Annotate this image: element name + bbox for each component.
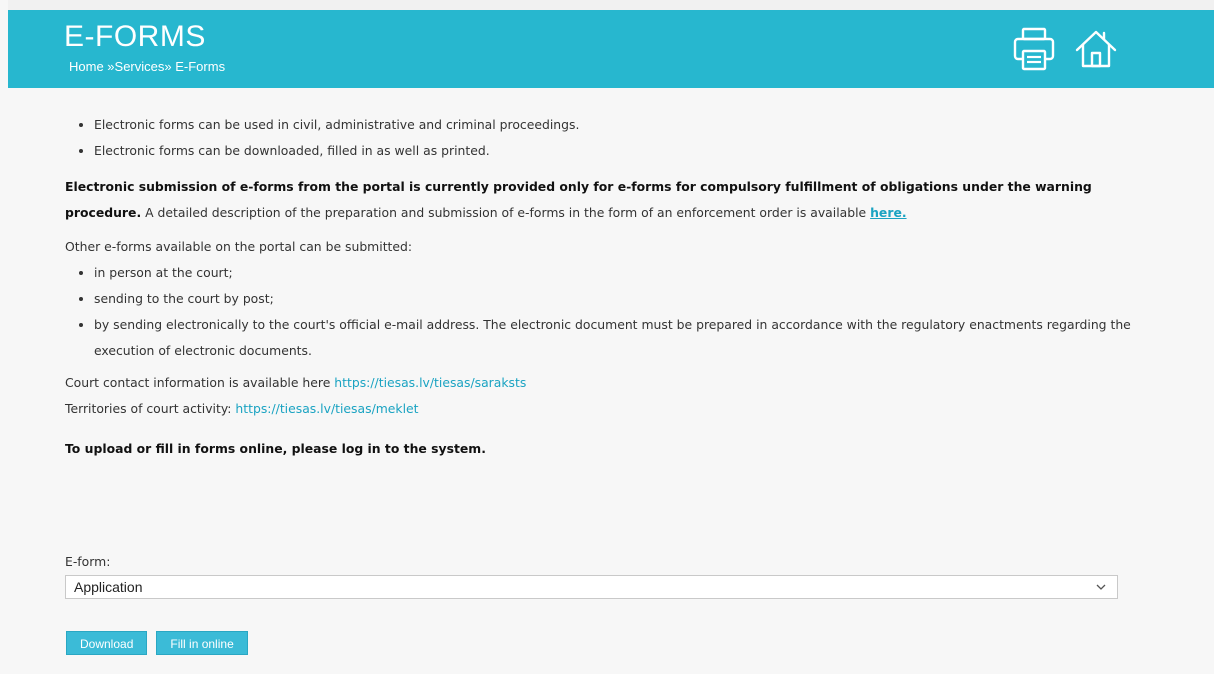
territories-label: Territories of court activity:	[65, 401, 236, 416]
printer-icon[interactable]	[1012, 26, 1056, 72]
contact-link[interactable]: https://tiesas.lv/tiesas/saraksts	[334, 375, 526, 390]
contact-label: Court contact information is available h…	[65, 375, 335, 390]
breadcrumb-home[interactable]: Home	[69, 59, 104, 74]
login-notice: To upload or fill in forms online, pleas…	[65, 441, 486, 456]
territories-link[interactable]: https://tiesas.lv/tiesas/meklet	[235, 401, 418, 416]
breadcrumb-services[interactable]: Services	[115, 59, 165, 74]
contact-line: Court contact information is available h…	[65, 370, 1145, 396]
breadcrumb: Home »Services» E-Forms	[69, 59, 225, 75]
list-item: sending to the court by post;	[65, 286, 1145, 312]
breadcrumb-separator: »	[103, 59, 115, 74]
list-item: by sending electronically to the court's…	[65, 312, 1145, 364]
submission-methods-list: in person at the court; sending to the c…	[65, 260, 1145, 364]
breadcrumb-current: E-Forms	[175, 59, 226, 74]
main-content: Electronic forms can be used in civil, a…	[65, 112, 1145, 462]
submission-text: A detailed description of the preparatio…	[141, 205, 871, 220]
eform-section: E-form: Application	[65, 554, 1120, 599]
eform-label: E-form:	[65, 554, 111, 569]
header-banner: E-FORMS Home »Services» E-Forms	[8, 10, 1214, 88]
page: E-FORMS Home »Services» E-Forms Electron…	[0, 0, 1214, 674]
list-item: in person at the court;	[65, 260, 1145, 286]
download-button[interactable]: Download	[66, 631, 148, 655]
eform-select[interactable]: Application	[65, 575, 1118, 599]
territories-line: Territories of court activity: https://t…	[65, 396, 1145, 422]
chevron-down-icon	[1096, 584, 1106, 590]
breadcrumb-separator: »	[164, 59, 176, 74]
list-item: Electronic forms can be downloaded, fill…	[65, 138, 1145, 164]
submission-paragraph: Electronic submission of e-forms from th…	[65, 174, 1145, 226]
intro-list: Electronic forms can be used in civil, a…	[65, 112, 1145, 164]
top-strip	[8, 0, 1214, 10]
home-icon[interactable]	[1074, 26, 1118, 72]
fill-in-online-button[interactable]: Fill in online	[156, 631, 248, 655]
list-item: Electronic forms can be used in civil, a…	[65, 112, 1145, 138]
eform-selected-value: Application	[74, 579, 143, 595]
action-buttons: Download Fill in online	[66, 631, 248, 655]
page-title: E-FORMS	[64, 20, 206, 53]
other-intro: Other e-forms available on the portal ca…	[65, 239, 413, 254]
here-link[interactable]: here.	[870, 205, 906, 220]
